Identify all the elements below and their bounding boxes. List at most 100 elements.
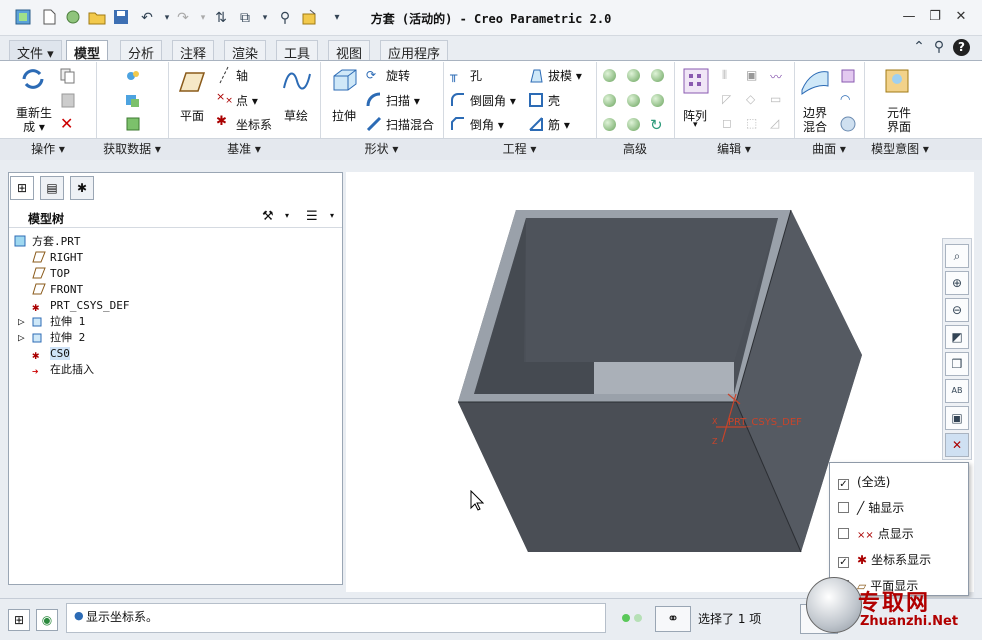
zoom-in-icon[interactable]: ⊕ xyxy=(945,271,969,295)
view-manager-icon[interactable]: ▣ xyxy=(945,406,969,430)
boundary-blend-icon[interactable] xyxy=(800,66,829,95)
style-icon[interactable]: ◠ xyxy=(840,92,856,108)
tree-item-csys[interactable]: ✱ PRT_CSYS_DEF xyxy=(32,298,129,314)
pattern-dropdown-icon[interactable]: ▾ xyxy=(693,120,698,130)
point-button[interactable]: 点 ▾ xyxy=(236,92,258,109)
advanced-feature-icon[interactable] xyxy=(651,69,664,82)
merge-icon[interactable]: ▣ xyxy=(746,68,762,84)
tree-expander[interactable]: ▷ xyxy=(18,330,25,346)
plane-button[interactable]: 平面 xyxy=(180,107,204,124)
dropdown-item-select-all[interactable]: ✓ (全选) xyxy=(838,472,890,492)
group-surfaces[interactable]: 曲面 ▾ xyxy=(794,140,864,158)
help-icon[interactable]: ? xyxy=(953,39,970,56)
group-shapes[interactable]: 形状 ▾ xyxy=(320,140,443,158)
extrude-button[interactable]: 拉伸 xyxy=(332,107,356,124)
tab-model[interactable]: 模型 xyxy=(66,40,109,62)
delete-icon[interactable]: ✕ xyxy=(60,116,76,132)
advanced-feature-icon[interactable] xyxy=(627,94,640,107)
advanced-feature-icon[interactable] xyxy=(627,118,640,131)
shell-icon[interactable] xyxy=(528,92,544,108)
pattern-icon[interactable] xyxy=(683,68,709,94)
checked-checkbox-icon[interactable]: ✓ xyxy=(838,479,849,490)
shrinkwrap-icon[interactable] xyxy=(125,116,141,132)
csys-button[interactable]: 坐标系 xyxy=(236,116,272,133)
tree-item-extrude-2[interactable]: 拉伸 2 xyxy=(32,330,85,346)
tree-item-part[interactable]: 方套.PRT xyxy=(14,234,81,250)
round-icon[interactable] xyxy=(450,92,466,108)
swept-blend-icon[interactable] xyxy=(366,116,382,132)
tab-annotate[interactable]: 注释 xyxy=(172,40,215,62)
toroidal-bend-icon[interactable]: ↻ xyxy=(650,116,666,134)
datum-display-filters-icon[interactable]: ✕ xyxy=(945,433,969,457)
minimize-ribbon-icon[interactable]: ⌃ xyxy=(910,38,928,56)
extrude-icon[interactable] xyxy=(330,66,357,92)
revolve-button[interactable]: 旋转 xyxy=(386,67,410,84)
close-button[interactable]: ✕ xyxy=(950,8,972,26)
group-get-data[interactable]: 获取数据 ▾ xyxy=(96,140,168,158)
round-button[interactable]: 倒圆角 ▾ xyxy=(470,92,516,109)
checkbox-icon[interactable] xyxy=(838,528,849,539)
draft-button[interactable]: 拔模 ▾ xyxy=(548,67,582,84)
offset-icon[interactable]: ⬚ xyxy=(746,116,762,132)
thicken-icon[interactable]: ▭ xyxy=(770,92,786,108)
sketch-icon[interactable] xyxy=(282,68,311,94)
coordinate-system-icon[interactable]: ✱ xyxy=(216,114,232,130)
advanced-feature-icon[interactable] xyxy=(603,118,616,131)
model-tree-tab[interactable]: ⊞ xyxy=(10,176,34,200)
group-operations[interactable]: 操作 ▾ xyxy=(0,140,96,158)
regenerate-large-icon[interactable] xyxy=(20,66,46,92)
dropdown-item-point-display[interactable]: ×× 点显示 xyxy=(838,524,914,544)
group-advanced[interactable]: 高级 xyxy=(596,140,674,158)
tab-tools[interactable]: 工具 xyxy=(276,40,319,62)
group-engineering[interactable]: 工程 ▾ xyxy=(443,140,596,158)
sketch-button[interactable]: 草绘 xyxy=(284,107,308,124)
hole-icon[interactable]: ╥ xyxy=(450,68,466,84)
toggle-navigator-icon[interactable]: ⊞ xyxy=(8,609,30,631)
tree-item-extrude-1[interactable]: 拉伸 1 xyxy=(32,314,85,330)
axis-button[interactable]: 轴 xyxy=(236,67,248,84)
checked-checkbox-icon[interactable]: ✓ xyxy=(838,557,849,568)
revolve-icon[interactable]: ⟳ xyxy=(366,68,382,84)
display-style-icon[interactable]: ❒ xyxy=(945,352,969,376)
tab-applications[interactable]: 应用程序 xyxy=(380,40,449,62)
tree-item-front[interactable]: FRONT xyxy=(32,282,83,298)
paste-icon[interactable] xyxy=(60,92,76,108)
folder-browser-tab[interactable]: ▤ xyxy=(40,176,64,200)
advanced-feature-icon[interactable] xyxy=(603,69,616,82)
refit-icon[interactable]: ⌕ xyxy=(945,244,969,268)
trim-icon[interactable]: ◻ xyxy=(722,116,738,132)
group-editing[interactable]: 编辑 ▾ xyxy=(674,140,794,158)
boundary-blend-button[interactable]: 边界 混合 xyxy=(803,106,827,134)
hole-button[interactable]: 孔 xyxy=(470,67,482,84)
point-icon[interactable]: ×× xyxy=(216,90,233,106)
dropdown-item-csys-display[interactable]: ✓ ✱ 坐标系显示 xyxy=(838,550,931,570)
draft-icon[interactable] xyxy=(528,68,544,84)
intersect-icon[interactable]: ◇ xyxy=(746,92,762,108)
tab-analysis[interactable]: 分析 xyxy=(120,40,163,62)
group-datum[interactable]: 基准 ▾ xyxy=(168,140,320,158)
freestyle-icon[interactable] xyxy=(840,116,856,132)
checkbox-icon[interactable] xyxy=(838,502,849,513)
tree-settings-dropdown-icon[interactable]: ▾ xyxy=(285,211,289,220)
advanced-feature-icon[interactable] xyxy=(651,94,664,107)
fill-icon[interactable] xyxy=(840,68,856,84)
copy-icon[interactable] xyxy=(60,68,76,84)
favorites-tab[interactable]: ✱ xyxy=(70,176,94,200)
mirror-icon[interactable]: ⫴ xyxy=(722,68,738,84)
minimize-button[interactable]: — xyxy=(898,8,920,26)
tree-item-insert-here[interactable]: ➔ 在此插入 xyxy=(32,362,94,378)
sweep-icon[interactable] xyxy=(366,92,382,108)
shell-button[interactable]: 壳 xyxy=(548,92,560,109)
dropdown-item-axis-display[interactable]: ╱ 轴显示 xyxy=(838,498,904,518)
zoom-out-icon[interactable]: ⊖ xyxy=(945,298,969,322)
tab-render[interactable]: 渲染 xyxy=(224,40,267,62)
toggle-browser-icon[interactable]: ◉ xyxy=(36,609,58,631)
user-defined-feature-icon[interactable] xyxy=(125,68,141,84)
chamfer-icon[interactable] xyxy=(450,116,466,132)
solidify-icon[interactable]: ◿ xyxy=(770,116,786,132)
tree-item-right[interactable]: RIGHT xyxy=(32,250,83,266)
chamfer-button[interactable]: 倒角 ▾ xyxy=(470,116,504,133)
tab-file[interactable]: 文件 ▾ xyxy=(9,40,62,62)
extend-icon[interactable]: ◸ xyxy=(722,92,738,108)
regenerate-button[interactable]: 重新生 成 ▾ xyxy=(14,106,54,134)
